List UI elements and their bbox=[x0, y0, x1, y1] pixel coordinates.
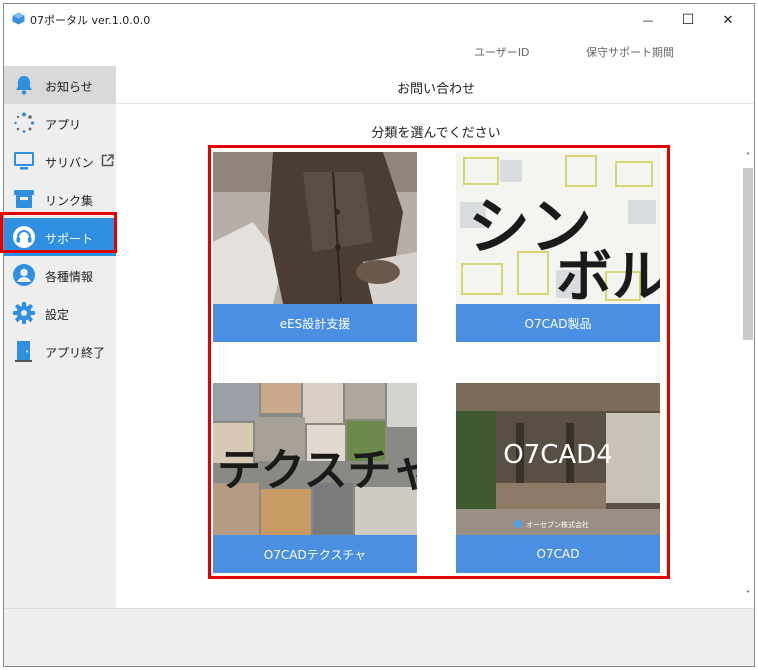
sidebar-item-label: お知らせ bbox=[45, 80, 93, 94]
card-label: O7CAD製品 bbox=[456, 304, 660, 342]
sidebar-item-notices[interactable]: お知らせ bbox=[4, 66, 116, 104]
title-bar: 07ポータル ver.1.0.0.0 — ☐ ✕ bbox=[4, 4, 754, 34]
monitor-icon bbox=[14, 152, 34, 170]
user-id-label: ユーザーID bbox=[474, 46, 530, 59]
symbol-thumbnail: シン ボル bbox=[456, 152, 660, 304]
sidebar-item-settings[interactable]: 設定 bbox=[4, 294, 116, 332]
link-box-icon bbox=[14, 190, 34, 208]
app-window: 07ポータル ver.1.0.0.0 — ☐ ✕ ユーザーID 保守サポート期間… bbox=[3, 3, 755, 667]
user-icon bbox=[13, 264, 35, 286]
category-card-o7cad-products[interactable]: シン ボル O7CAD製品 bbox=[456, 152, 660, 342]
sidebar-item-label: リンク集 bbox=[45, 194, 94, 208]
sidebar-item-sullivan[interactable]: サリバン bbox=[4, 142, 116, 180]
o7cad-title-text: O7CAD4 bbox=[503, 440, 613, 470]
exit-door-icon bbox=[15, 341, 32, 362]
maximize-button[interactable]: ☐ bbox=[668, 8, 708, 32]
scroll-up-icon[interactable]: ˄ bbox=[742, 152, 754, 164]
symbol-subtitle-text: ボル bbox=[556, 245, 660, 304]
texture-thumbnail: テクスチャ bbox=[213, 383, 417, 535]
support-period-label: 保守サポート期間 bbox=[586, 46, 674, 59]
scroll-down-icon[interactable]: ˅ bbox=[742, 590, 754, 602]
info-bar: ユーザーID 保守サポート期間 bbox=[4, 34, 754, 66]
instruction-text: 分類を選んでください bbox=[371, 126, 501, 141]
support-highlight-frame bbox=[0, 212, 117, 253]
ees-thumbnail bbox=[213, 152, 417, 304]
sidebar-item-label: アプリ bbox=[45, 118, 82, 132]
vertical-scrollbar[interactable]: ˄ ˅ bbox=[740, 148, 754, 608]
minimize-button[interactable]: — bbox=[628, 8, 668, 32]
close-icon: ✕ bbox=[722, 12, 734, 28]
page-title: お問い合わせ bbox=[396, 82, 475, 97]
sidebar: お知らせ アプリ サリバン リンク集 サポート 各種情報 設定 アプリ終了 bbox=[4, 66, 116, 608]
category-card-ees[interactable]: eES設計支援 bbox=[213, 152, 417, 342]
card-label: O7CAD bbox=[456, 535, 660, 573]
card-label: O7CADテクスチャ bbox=[213, 535, 417, 573]
category-card-o7cad-texture[interactable]: テクスチャ O7CADテクスチャ bbox=[213, 383, 417, 573]
bell-icon bbox=[16, 76, 32, 95]
app-logo-icon bbox=[12, 12, 25, 25]
sidebar-item-label: サリバン bbox=[45, 156, 94, 170]
scroll-thumb[interactable] bbox=[743, 168, 753, 340]
status-bar bbox=[4, 608, 754, 666]
sidebar-item-apps[interactable]: アプリ bbox=[4, 104, 116, 142]
card-label: eES設計支援 bbox=[213, 304, 417, 342]
sidebar-item-label: アプリ終了 bbox=[45, 346, 106, 360]
window-title: 07ポータル ver.1.0.0.0 bbox=[30, 14, 151, 27]
main-panel: お問い合わせ 分類を選んでください eES設計支援 シン ボル O7CAD製品 … bbox=[116, 66, 754, 608]
external-link-icon bbox=[101, 154, 114, 167]
minimize-icon: — bbox=[642, 13, 654, 27]
sidebar-item-exit[interactable]: アプリ終了 bbox=[4, 332, 116, 370]
main-header: お問い合わせ bbox=[116, 66, 754, 104]
apps-dots-icon bbox=[14, 112, 35, 133]
o7cad-thumbnail: O7CAD4 オーセブン株式会社 bbox=[456, 383, 660, 535]
sidebar-item-label: 各種情報 bbox=[45, 270, 94, 284]
gear-icon bbox=[13, 302, 35, 324]
o7cad-company-text: オーセブン株式会社 bbox=[526, 520, 589, 529]
sidebar-item-info[interactable]: 各種情報 bbox=[4, 256, 116, 294]
texture-title-text: テクスチャ bbox=[217, 445, 417, 496]
maximize-icon: ☐ bbox=[681, 12, 695, 28]
close-button[interactable]: ✕ bbox=[708, 8, 748, 32]
sidebar-item-label: 設定 bbox=[45, 308, 70, 322]
category-card-o7cad[interactable]: O7CAD4 オーセブン株式会社 O7CAD bbox=[456, 383, 660, 573]
